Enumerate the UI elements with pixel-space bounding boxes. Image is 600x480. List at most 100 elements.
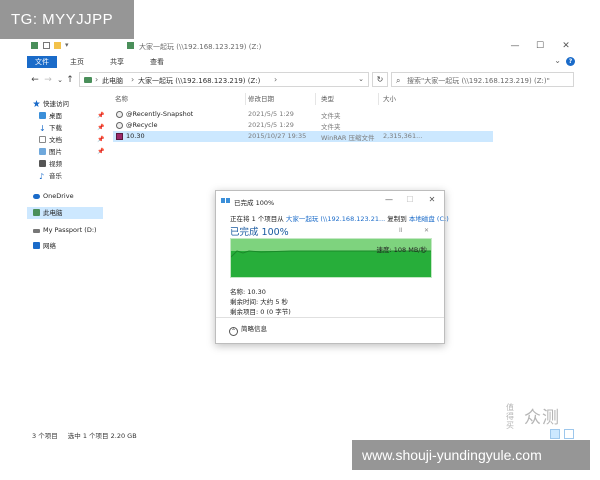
speed-area-fill	[231, 251, 431, 277]
copy-middle: 复制到	[385, 215, 409, 223]
navigation-pane: 快速访问 桌面 📌 ↓ 下载 📌 文档 📌 图片 📌 视频 ♪ 音乐 OneDriv…	[27, 91, 107, 291]
breadcrumb-this-pc[interactable]: 此电脑	[102, 76, 123, 86]
nav-onedrive[interactable]: OneDrive	[33, 190, 74, 202]
search-box[interactable]: ⌕ 搜索"大家一起玩 (\\192.168.123.219) (Z:)"	[391, 72, 574, 87]
drive-icon	[127, 42, 134, 49]
column-divider[interactable]	[315, 93, 316, 105]
recycle-folder-icon	[116, 122, 123, 129]
column-size[interactable]: 大小	[383, 93, 396, 103]
destination-link[interactable]: 本地磁盘 (C:)	[409, 215, 449, 223]
pc-icon	[84, 77, 92, 83]
network-icon	[33, 242, 40, 249]
dialog-title: 已完成 100%	[234, 199, 275, 207]
nav-item-documents[interactable]: 文档	[39, 134, 62, 146]
pin-icon[interactable]: 📌	[97, 124, 104, 131]
file-size: 2,315,361...	[383, 132, 423, 140]
breadcrumb-drive[interactable]: 大家一起玩 (\\192.168.123.219) (Z:)	[138, 76, 260, 86]
pin-icon[interactable]: 📌	[97, 112, 104, 119]
column-headers: 名称 修改日期 类型 大小	[113, 93, 493, 105]
copy-progress-dialog: 已完成 100% — ☐ ✕ 正在将 1 个项目从 大家一起玩 (\\192.1…	[215, 190, 449, 344]
chevron-right-icon[interactable]: ›	[131, 75, 134, 84]
watermark-bottom: www.shouji-yundingyule.com	[352, 440, 590, 470]
dialog-close-button[interactable]: ✕	[426, 195, 438, 205]
winrar-icon	[116, 133, 123, 140]
source-link[interactable]: 大家一起玩 (\\192.168.123.21...	[286, 215, 385, 223]
file-type: WinRAR 压缩文件	[321, 134, 375, 142]
chevron-right-icon[interactable]: ›	[274, 75, 277, 84]
transfer-speed-graph: 速度: 108 MB/秒	[230, 238, 432, 278]
remaining-time-info: 剩余时间: 大约 5 秒	[230, 298, 289, 306]
ribbon-tabs: 文件 主页 共享 查看 ⌄ ?	[27, 55, 581, 69]
title-bar: ▾ 大家一起玩 (\\192.168.123.219) (Z:) — ☐ ✕	[27, 37, 581, 55]
back-arrow-icon[interactable]: ←	[30, 74, 40, 86]
pc-icon[interactable]	[31, 42, 38, 49]
pin-icon[interactable]: 📌	[97, 148, 104, 155]
pin-icon[interactable]: 📌	[97, 136, 104, 143]
less-details-label: 简略信息	[241, 325, 267, 333]
close-button[interactable]: ✕	[556, 40, 576, 52]
star-icon	[33, 100, 40, 107]
column-date[interactable]: 修改日期	[248, 93, 274, 103]
minimize-button[interactable]: —	[505, 40, 525, 52]
copy-description: 正在将 1 个项目从 大家一起玩 (\\192.168.123.21... 复制…	[230, 213, 449, 223]
large-icons-view-icon[interactable]	[564, 429, 574, 439]
desktop-icon	[39, 112, 46, 119]
picture-icon	[39, 148, 46, 155]
nav-network[interactable]: 网络	[33, 240, 56, 252]
nav-this-pc[interactable]: 此电脑	[33, 207, 63, 219]
tab-file[interactable]: 文件	[27, 56, 57, 68]
column-divider[interactable]	[378, 93, 379, 105]
help-icon[interactable]: ?	[566, 57, 575, 66]
pc-icon	[33, 209, 40, 216]
address-bar[interactable]: › 此电脑 › 大家一起玩 (\\192.168.123.219) (Z:) ›…	[79, 72, 369, 87]
nav-item-videos[interactable]: 视频	[39, 158, 62, 170]
file-row-selected[interactable]: 10.30 2015/10/27 19:35 WinRAR 压缩文件 2,315…	[113, 131, 493, 142]
file-row[interactable]: @Recycle 2021/5/5 1:29 文件夹	[113, 120, 493, 131]
special-folder-icon	[116, 111, 123, 118]
address-dropdown-icon[interactable]: ⌄	[358, 75, 364, 83]
nav-item-pictures[interactable]: 图片	[39, 146, 62, 158]
nav-quick-access[interactable]: 快速访问	[33, 98, 69, 110]
quick-access-dropdown-icon[interactable]: ▾	[65, 42, 72, 49]
tab-share[interactable]: 共享	[102, 56, 132, 68]
document-icon	[39, 136, 46, 143]
remaining-items-info: 剩余项目: 0 (0 字节)	[230, 308, 291, 316]
column-name[interactable]: 名称	[115, 93, 128, 103]
up-arrow-icon[interactable]: ↑	[65, 74, 75, 86]
search-icon: ⌕	[396, 76, 401, 85]
dialog-minimize-button[interactable]: —	[383, 195, 395, 205]
file-type: 文件夹	[321, 123, 341, 131]
column-type[interactable]: 类型	[321, 93, 334, 103]
status-bar: 3 个项目 选中 1 个项目 2.20 GB	[32, 430, 137, 440]
file-name: @Recently-Snapshot	[126, 110, 194, 118]
expand-ribbon-icon[interactable]: ⌄	[554, 56, 561, 65]
less-details-button[interactable]: ⌃ 简略信息	[229, 323, 267, 336]
pause-button[interactable]: II	[399, 227, 403, 234]
cancel-button[interactable]: ✕	[424, 227, 429, 234]
column-divider[interactable]	[245, 93, 246, 105]
properties-icon[interactable]	[43, 42, 50, 49]
file-date: 2015/10/27 19:35	[248, 132, 307, 140]
tab-view[interactable]: 查看	[142, 56, 172, 68]
speed-label: 速度: 108 MB/秒	[376, 246, 428, 254]
forward-arrow-icon[interactable]: →	[43, 74, 53, 86]
nav-item-music[interactable]: ♪ 音乐	[39, 170, 62, 182]
file-name: 10.30	[126, 132, 145, 140]
music-icon: ♪	[39, 172, 45, 181]
nav-item-desktop[interactable]: 桌面	[39, 110, 62, 122]
maximize-button[interactable]: ☐	[530, 40, 550, 52]
new-folder-icon[interactable]	[54, 42, 61, 49]
nav-my-passport[interactable]: My Passport (D:)	[33, 224, 97, 236]
file-row[interactable]: @Recently-Snapshot 2021/5/5 1:29 文件夹	[113, 109, 493, 120]
details-view-icon[interactable]	[550, 429, 560, 439]
nav-item-downloads[interactable]: ↓ 下载	[39, 122, 62, 134]
recent-dropdown-icon[interactable]: ⌄	[55, 74, 65, 86]
chevron-right-icon[interactable]: ›	[95, 75, 98, 84]
tab-home[interactable]: 主页	[62, 56, 92, 68]
watermark-logo-text: 众测	[524, 408, 560, 427]
file-date: 2021/5/5 1:29	[248, 121, 294, 129]
watermark-logo: 众测	[524, 403, 560, 428]
refresh-button[interactable]: ↻	[372, 72, 388, 87]
copy-icon	[221, 197, 230, 204]
dialog-maximize-button[interactable]: ☐	[404, 195, 416, 205]
